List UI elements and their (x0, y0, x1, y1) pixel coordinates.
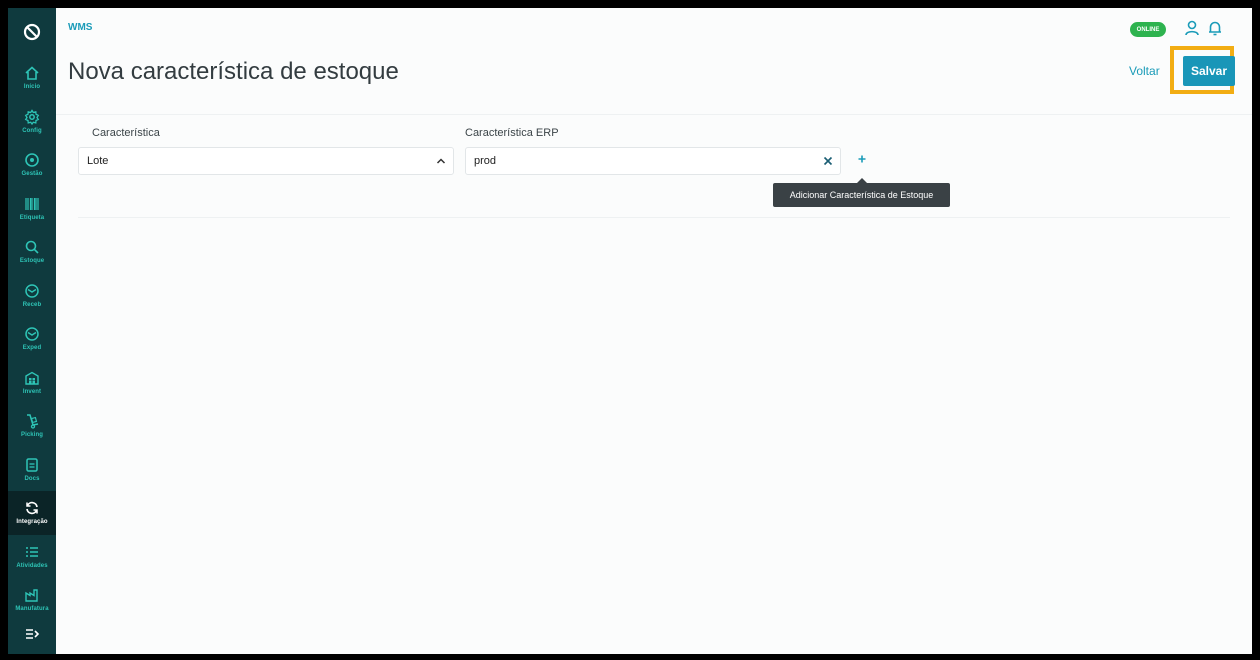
chevron-up-icon[interactable] (429, 149, 453, 173)
home-icon (25, 66, 39, 81)
characteristic-select[interactable]: Lote (78, 147, 454, 175)
sidebar-item-label: Exped (22, 345, 42, 352)
sidebar-item-label: Config (22, 127, 42, 134)
sidebar-item-inicio[interactable]: Início (8, 56, 56, 100)
expand-menu-icon (26, 629, 40, 639)
box-icon (25, 284, 39, 298)
sidebar-item-docs[interactable]: Docs (8, 448, 56, 492)
hand-truck-icon (27, 414, 39, 429)
add-characteristic-button[interactable] (855, 152, 869, 166)
plus-icon (858, 155, 866, 163)
warehouse-icon (25, 371, 39, 385)
sidebar-item-config[interactable]: Config (8, 100, 56, 144)
status-badge: ONLINE (1130, 22, 1166, 37)
erp-characteristic-value: prod (474, 155, 497, 167)
expand-menu-button[interactable] (8, 614, 56, 654)
sidebar-item-etiqueta[interactable]: Etiqueta (8, 187, 56, 231)
list-icon (26, 547, 38, 557)
gear-icon (24, 109, 40, 125)
sidebar-item-label: Estoque (19, 258, 45, 265)
sidebar-item-picking[interactable]: Picking (8, 404, 56, 448)
page-title: Nova característica de estoque (68, 58, 399, 85)
document-icon (26, 458, 38, 472)
sidebar-item-label: Etiqueta (19, 214, 45, 221)
sidebar-item-exped[interactable]: Exped (8, 317, 56, 361)
box-icon (25, 327, 39, 341)
app-window: Início Config Gestão Etiqueta Estoque Re… (8, 8, 1252, 654)
add-characteristic-tooltip: Adicionar Característica de Estoque (773, 178, 950, 207)
erp-characteristic-label: Característica ERP (465, 127, 559, 139)
sidebar-item-integracao[interactable]: Integração (8, 491, 56, 535)
barcode-icon (25, 197, 39, 210)
app-logo[interactable] (8, 8, 56, 56)
characteristic-value: Lote (87, 155, 109, 167)
logo-icon (23, 23, 41, 41)
sidebar-item-label: Atividades (16, 562, 48, 569)
sidebar-item-invent[interactable]: Invent (8, 361, 56, 405)
back-link[interactable]: Voltar (1129, 64, 1160, 78)
sidebar-item-atividades[interactable]: Atividades (8, 535, 56, 579)
save-button[interactable]: Salvar (1183, 56, 1235, 86)
factory-icon (25, 589, 38, 602)
form-divider (78, 217, 1230, 218)
sync-icon (26, 502, 38, 515)
sidebar-item-label: Invent (22, 388, 42, 395)
sidebar-item-label: Docs (24, 475, 40, 482)
sidebar-item-estoque[interactable]: Estoque (8, 230, 56, 274)
close-icon[interactable] (816, 149, 840, 173)
sidebar-item-label: Picking (20, 432, 44, 439)
erp-characteristic-input[interactable]: prod (465, 147, 841, 175)
bell-icon[interactable] (1206, 19, 1224, 37)
user-icon[interactable] (1183, 19, 1201, 37)
location-pin-icon (25, 153, 39, 168)
sidebar-item-label: Manufatura (15, 606, 49, 613)
sidebar-item-gestao[interactable]: Gestão (8, 143, 56, 187)
sidebar: Início Config Gestão Etiqueta Estoque Re… (8, 8, 56, 654)
search-icon (25, 240, 39, 254)
header-divider (56, 114, 1252, 115)
sidebar-item-receb[interactable]: Receb (8, 274, 56, 318)
sidebar-item-label: Integração (16, 519, 48, 526)
sidebar-item-label: Gestão (21, 171, 43, 178)
sidebar-item-label: Início (23, 84, 41, 91)
sidebar-item-label: Receb (22, 301, 42, 308)
app-name: WMS (68, 22, 93, 33)
characteristic-label: Característica (92, 127, 160, 139)
